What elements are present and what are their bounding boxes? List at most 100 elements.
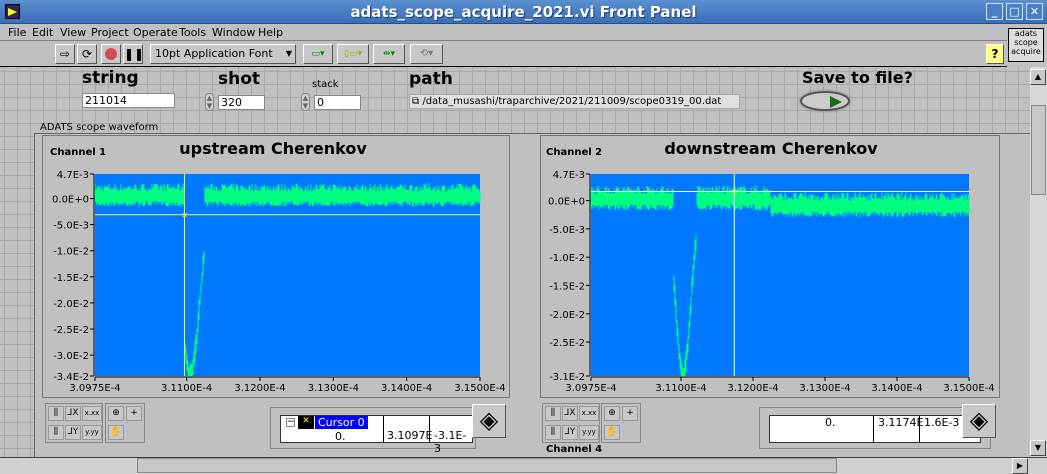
x-scale-icon[interactable]: ⅃X	[65, 406, 81, 421]
scale-legend: ⫼ ⅃X x.xx ⫼ ⅃Y y.yy	[542, 403, 600, 443]
reorder-icon[interactable]: ⟲▾	[410, 44, 443, 64]
menu-project[interactable]: Project	[91, 26, 129, 39]
waveform-graph[interactable]: × 4.7E-3 0.0E+0 -5.0E-3 -1.0E-2 -1.5E-2 -2.0E-…	[43, 136, 511, 399]
toolbar: ⇨ ⟳ ❚❚ 10pt Application Font ▼ ▭▾ ▯▭▾ ⇹▾ …	[0, 41, 1007, 67]
x-format-button[interactable]: x.xx	[579, 406, 599, 421]
stack-field[interactable]: 0	[314, 95, 361, 110]
scroll-right-icon[interactable]: ▶	[1012, 458, 1028, 474]
pan-hand-icon[interactable]: ✋	[108, 425, 124, 440]
cursor-legend: − ✕ Cursor 0 0. 3.1097E -3.1E-3	[270, 407, 476, 455]
path-value: /data_musashi/traparchive/2021/211009/sc…	[422, 96, 722, 107]
menu-window[interactable]: Window	[212, 26, 255, 39]
crosshair-icon[interactable]: +	[622, 406, 638, 421]
run-continuously-icon[interactable]: ⟳	[77, 44, 97, 64]
vertical-scrollbar[interactable]: ▲ ▼	[1030, 67, 1047, 457]
cursor-index: 0.	[825, 416, 836, 429]
string-label: string	[82, 68, 139, 88]
x-format-button[interactable]: x.xx	[82, 406, 102, 421]
vi-icon-line: acquire	[1011, 47, 1041, 56]
scroll-thumb[interactable]	[137, 458, 837, 473]
menu-tools[interactable]: Tools	[179, 26, 206, 39]
font-select[interactable]: 10pt Application Font ▼	[150, 44, 296, 64]
menu-file[interactable]: File	[8, 26, 26, 39]
title-bar: adats_scope_acquire_2021.vi Front Panel …	[0, 0, 1047, 24]
cursor-legend: 0. 3.1174E 1.6E-3	[759, 407, 991, 449]
menu-edit[interactable]: Edit	[32, 26, 53, 39]
y-tick-label: -3.1E-2	[549, 372, 585, 383]
y-tick-label: -2.0E-2	[549, 310, 585, 321]
front-panel: string 211014 shot ▲ ▼ 320 stack ▲ ▼ 0 pat…	[0, 67, 1032, 463]
cursor-move-icon[interactable]: ◈	[962, 404, 996, 438]
cursor-table[interactable]: − ✕ Cursor 0 0. 3.1097E -3.1E-3	[280, 415, 473, 455]
cursor-marker: ×	[731, 188, 738, 197]
menu-operate[interactable]: Operate	[133, 26, 178, 39]
cursor-y: 1.6E-3	[919, 416, 959, 442]
y-tick-label: 4.7E-3	[553, 170, 585, 181]
scroll-thumb[interactable]	[1031, 105, 1046, 195]
stack-stepper[interactable]: ▲ ▼	[301, 93, 310, 111]
y-autoscale-icon[interactable]: ⫼	[48, 425, 64, 440]
x-tick-label: 3.1500E-4	[943, 383, 994, 394]
maximize-button[interactable]: □	[1006, 3, 1023, 20]
abort-button[interactable]	[101, 44, 121, 64]
y-tick-label: -2.5E-2	[549, 338, 585, 349]
stop-icon	[105, 48, 117, 60]
cursor-table[interactable]: 0. 3.1174E 1.6E-3	[769, 415, 981, 443]
y-scale-icon[interactable]: ⅃Y	[562, 425, 578, 440]
vi-icon-line: scope	[1014, 38, 1038, 47]
menu-help[interactable]: Help	[258, 26, 283, 39]
cluster-label: ADATS scope waveform	[40, 122, 159, 133]
window-title: adats_scope_acquire_2021.vi Front Panel	[350, 3, 697, 21]
y-tick-label: -2.0E-2	[53, 299, 89, 310]
vi-icon-line: adats	[1014, 29, 1038, 38]
collapse-icon[interactable]: −	[286, 418, 295, 427]
x-scale-icon[interactable]: ⅃X	[562, 406, 578, 421]
shot-stepper[interactable]: ▲ ▼	[205, 93, 214, 111]
path-field[interactable]: ⧉ /data_musashi/traparchive/2021/211009/…	[409, 94, 740, 109]
scroll-up-icon[interactable]: ▲	[1030, 69, 1046, 85]
distribute-objects-icon[interactable]: ▯▭▾	[337, 44, 369, 64]
zoom-icon[interactable]: ⊕	[108, 406, 124, 421]
x-tick-label: 3.0975E-4	[69, 383, 120, 394]
save-toggle[interactable]	[800, 91, 850, 111]
string-field[interactable]: 211014	[82, 93, 175, 108]
align-objects-icon[interactable]: ▭▾	[303, 44, 333, 64]
cursor-crosshair-icon: ✕	[298, 416, 314, 429]
x-autoscale-icon[interactable]: ⫼	[48, 406, 64, 421]
channel-4-label: Channel 4	[546, 444, 603, 455]
cursor-move-icon[interactable]: ◈	[472, 404, 506, 438]
crosshair-icon[interactable]: +	[126, 406, 142, 421]
run-arrow-icon[interactable]: ⇨	[55, 44, 75, 64]
scroll-down-icon[interactable]: ▼	[1030, 440, 1046, 456]
y-format-button[interactable]: y.yy	[82, 425, 102, 440]
x-autoscale-icon[interactable]: ⫼	[545, 406, 561, 421]
y-format-button[interactable]: y.yy	[579, 425, 599, 440]
y-tick-label: -5.0E-3	[53, 221, 89, 232]
path-label: path	[409, 69, 453, 89]
resize-objects-icon[interactable]: ⇹▾	[373, 44, 405, 64]
pause-button[interactable]: ❚❚	[123, 44, 144, 64]
stack-label: stack	[312, 79, 339, 90]
cursor-marker: ×	[181, 211, 188, 220]
horizontal-scrollbar[interactable]: ▶	[0, 457, 1047, 474]
graph-palette: ⊕ + ✋	[105, 403, 145, 443]
chart-channel-2: Channel 2 downstream Cherenkov × 4.7E-3 0.…	[540, 135, 1000, 398]
y-tick-label: -1.0E-2	[53, 247, 89, 258]
shot-field[interactable]: 320	[218, 95, 265, 110]
play-icon	[830, 96, 842, 108]
cursor-name[interactable]: Cursor 0	[315, 416, 368, 429]
zoom-icon[interactable]: ⊕	[604, 406, 620, 421]
close-button[interactable]: ✕	[1026, 3, 1043, 20]
y-tick-label: -1.5E-2	[549, 281, 585, 292]
y-tick-label: -1.0E-2	[549, 253, 585, 264]
save-label: Save to file?	[802, 68, 913, 87]
menu-view[interactable]: View	[60, 26, 86, 39]
pan-hand-icon[interactable]: ✋	[604, 425, 620, 440]
help-button[interactable]: ?	[986, 44, 1004, 64]
waveform-graph[interactable]: × 4.7E-3 0.0E+0 -5.0E-3 -1.0E-2 -1.5E-2 -2.0E-…	[541, 136, 1001, 399]
minimize-button[interactable]: _	[986, 3, 1003, 20]
cursor-index: 0.	[335, 430, 346, 443]
y-autoscale-icon[interactable]: ⫼	[545, 425, 561, 440]
y-scale-icon[interactable]: ⅃Y	[65, 425, 81, 440]
cursor-y: -3.1E-3	[429, 416, 472, 455]
